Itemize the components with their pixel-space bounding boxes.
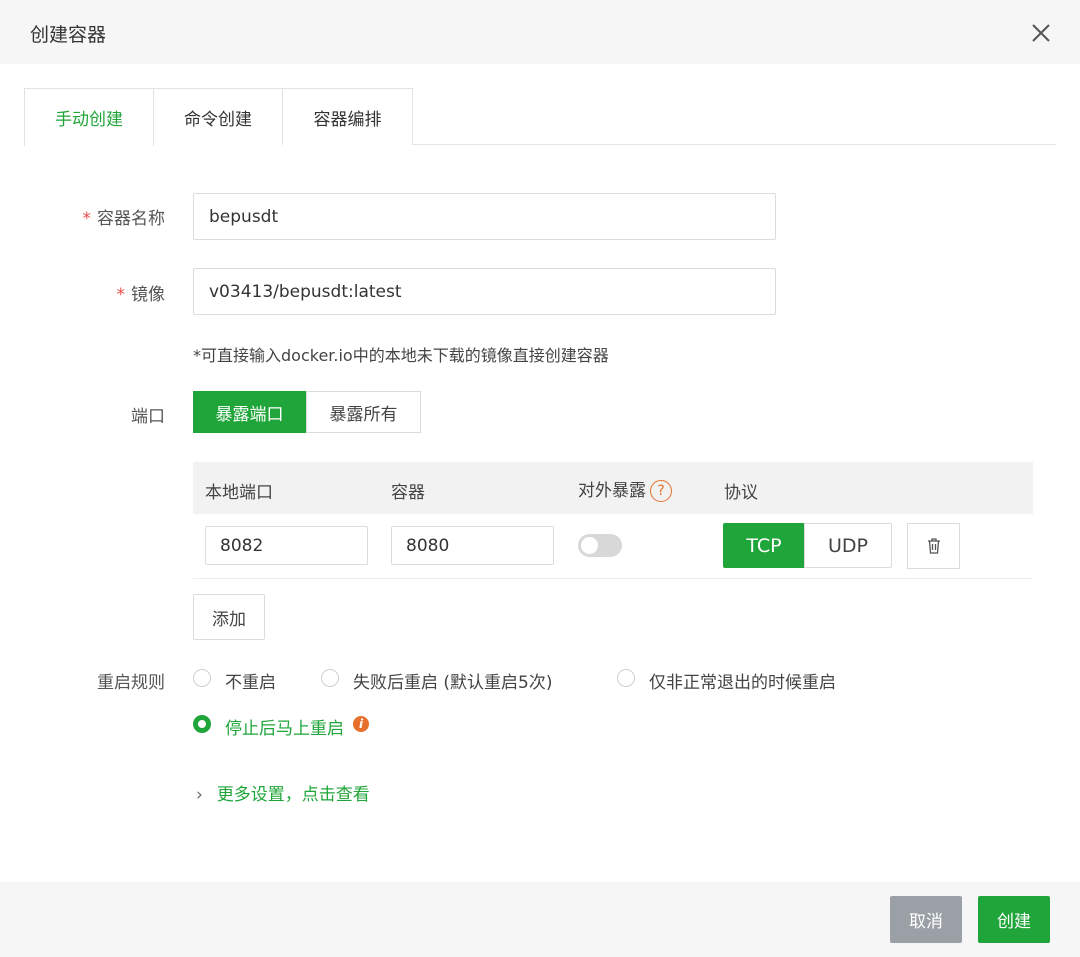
- container-port-input[interactable]: [391, 526, 554, 565]
- info-icon[interactable]: i: [353, 716, 369, 732]
- radio-label-restart-unless-normal[interactable]: 仅非正常退出的时候重启: [649, 668, 836, 693]
- external-expose-toggle[interactable]: [578, 534, 622, 557]
- radio-no-restart[interactable]: [193, 669, 211, 687]
- col-external: 对外暴露?: [578, 476, 672, 502]
- dialog-title: 创建容器: [30, 24, 107, 46]
- radio-restart-unless-normal[interactable]: [617, 669, 635, 687]
- container-name-label: * 容器名称: [82, 209, 166, 229]
- chevron-right-icon: ›: [196, 785, 203, 805]
- dialog-header: 创建容器: [0, 0, 1080, 64]
- radio-restart-on-failure[interactable]: [321, 669, 339, 687]
- col-container-port: 容器: [391, 483, 425, 503]
- image-hint: *可直接输入docker.io中的本地未下载的镜像直接创建容器: [193, 346, 609, 365]
- local-port-input[interactable]: [205, 526, 368, 565]
- toggle-knob: [581, 537, 598, 554]
- more-settings-link[interactable]: › 更多设置，点击查看: [196, 780, 370, 805]
- create-button[interactable]: 创建: [978, 896, 1050, 943]
- image-input[interactable]: [193, 268, 776, 315]
- delete-port-button[interactable]: [907, 523, 960, 569]
- tab-command-create[interactable]: 命令创建: [153, 88, 283, 145]
- port-row-divider: [193, 578, 1033, 579]
- tab-compose[interactable]: 容器编排: [282, 88, 413, 145]
- protocol-tcp-button[interactable]: TCP: [723, 523, 805, 568]
- radio-restart-always[interactable]: [193, 715, 211, 733]
- col-local-port: 本地端口: [205, 483, 273, 503]
- radio-label-no-restart[interactable]: 不重启: [225, 668, 276, 693]
- protocol-udp-button[interactable]: UDP: [804, 523, 892, 568]
- close-icon[interactable]: [1028, 20, 1054, 46]
- radio-label-restart-on-failure[interactable]: 失败后重启 (默认重启5次): [353, 668, 552, 693]
- trash-icon: [927, 538, 940, 554]
- cancel-button[interactable]: 取消: [890, 896, 962, 943]
- col-protocol: 协议: [724, 483, 758, 503]
- expose-all-button[interactable]: 暴露所有: [306, 391, 421, 433]
- question-circle-icon[interactable]: ?: [650, 480, 672, 502]
- add-port-button[interactable]: 添加: [193, 594, 265, 640]
- radio-label-restart-always[interactable]: 停止后马上重启: [225, 714, 344, 739]
- ports-label: 端口: [131, 407, 165, 427]
- tab-manual-create[interactable]: 手动创建: [24, 88, 154, 146]
- expose-port-button[interactable]: 暴露端口: [193, 391, 306, 433]
- container-name-input[interactable]: [193, 193, 776, 240]
- restart-policy-label: 重启规则: [97, 673, 165, 693]
- image-label: * 镜像: [116, 285, 166, 305]
